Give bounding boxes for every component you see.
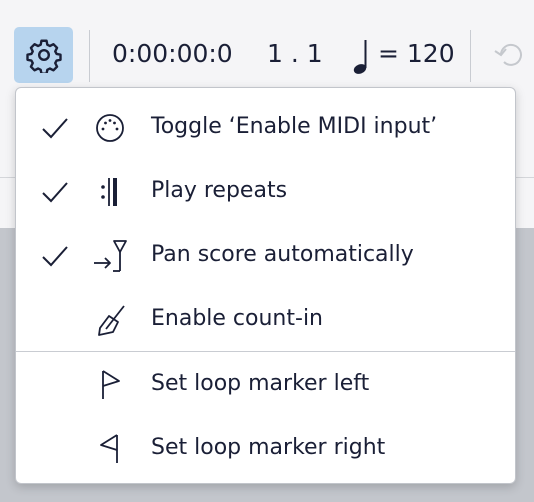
loop-marker-right-icon: [100, 434, 118, 463]
playback-toolbar: 0:00:00:0 1 . 1 = 120: [0, 20, 534, 90]
toolbar-separator: [89, 30, 90, 82]
playback-settings-menu: Toggle ‘Enable MIDI input’ Play repeats …: [15, 87, 516, 484]
quarter-note-icon: [353, 40, 367, 74]
undo-icon[interactable]: [492, 38, 526, 72]
menu-item-loop-marker-right[interactable]: Set loop marker right: [16, 420, 515, 478]
measure-display: 1 . 1: [267, 39, 323, 68]
menu-divider: [16, 351, 515, 352]
menu-item-label: Enable count-in: [151, 306, 323, 331]
menu-item-play-repeats[interactable]: Play repeats: [16, 163, 515, 221]
checkmark-icon: [42, 118, 68, 139]
tempo-display: = 120: [378, 39, 455, 68]
menu-item-label: Set loop marker left: [151, 371, 370, 396]
checkmark-icon: [42, 246, 68, 267]
time-display: 0:00:00:0: [112, 39, 233, 68]
menu-item-enable-midi-input[interactable]: Toggle ‘Enable MIDI input’: [16, 99, 515, 157]
menu-item-label: Toggle ‘Enable MIDI input’: [151, 114, 438, 139]
menu-item-label: Set loop marker right: [151, 435, 386, 460]
loop-marker-left-icon: [102, 370, 120, 399]
menu-item-label: Play repeats: [151, 178, 288, 203]
repeat-barline-icon: [101, 178, 117, 206]
menu-item-enable-count-in[interactable]: Enable count-in: [16, 291, 515, 349]
pan-score-icon: [94, 240, 127, 272]
menu-item-label: Pan score automatically: [151, 242, 414, 267]
metronome-icon: [98, 305, 125, 336]
gear-icon: [25, 39, 62, 73]
midi-port-icon: [96, 114, 124, 142]
checkmark-icon: [42, 182, 68, 203]
menu-item-loop-marker-left[interactable]: Set loop marker left: [16, 356, 515, 414]
menu-item-pan-score[interactable]: Pan score automatically: [16, 227, 515, 285]
playback-settings-button[interactable]: [14, 27, 73, 83]
toolbar-separator: [470, 30, 471, 82]
